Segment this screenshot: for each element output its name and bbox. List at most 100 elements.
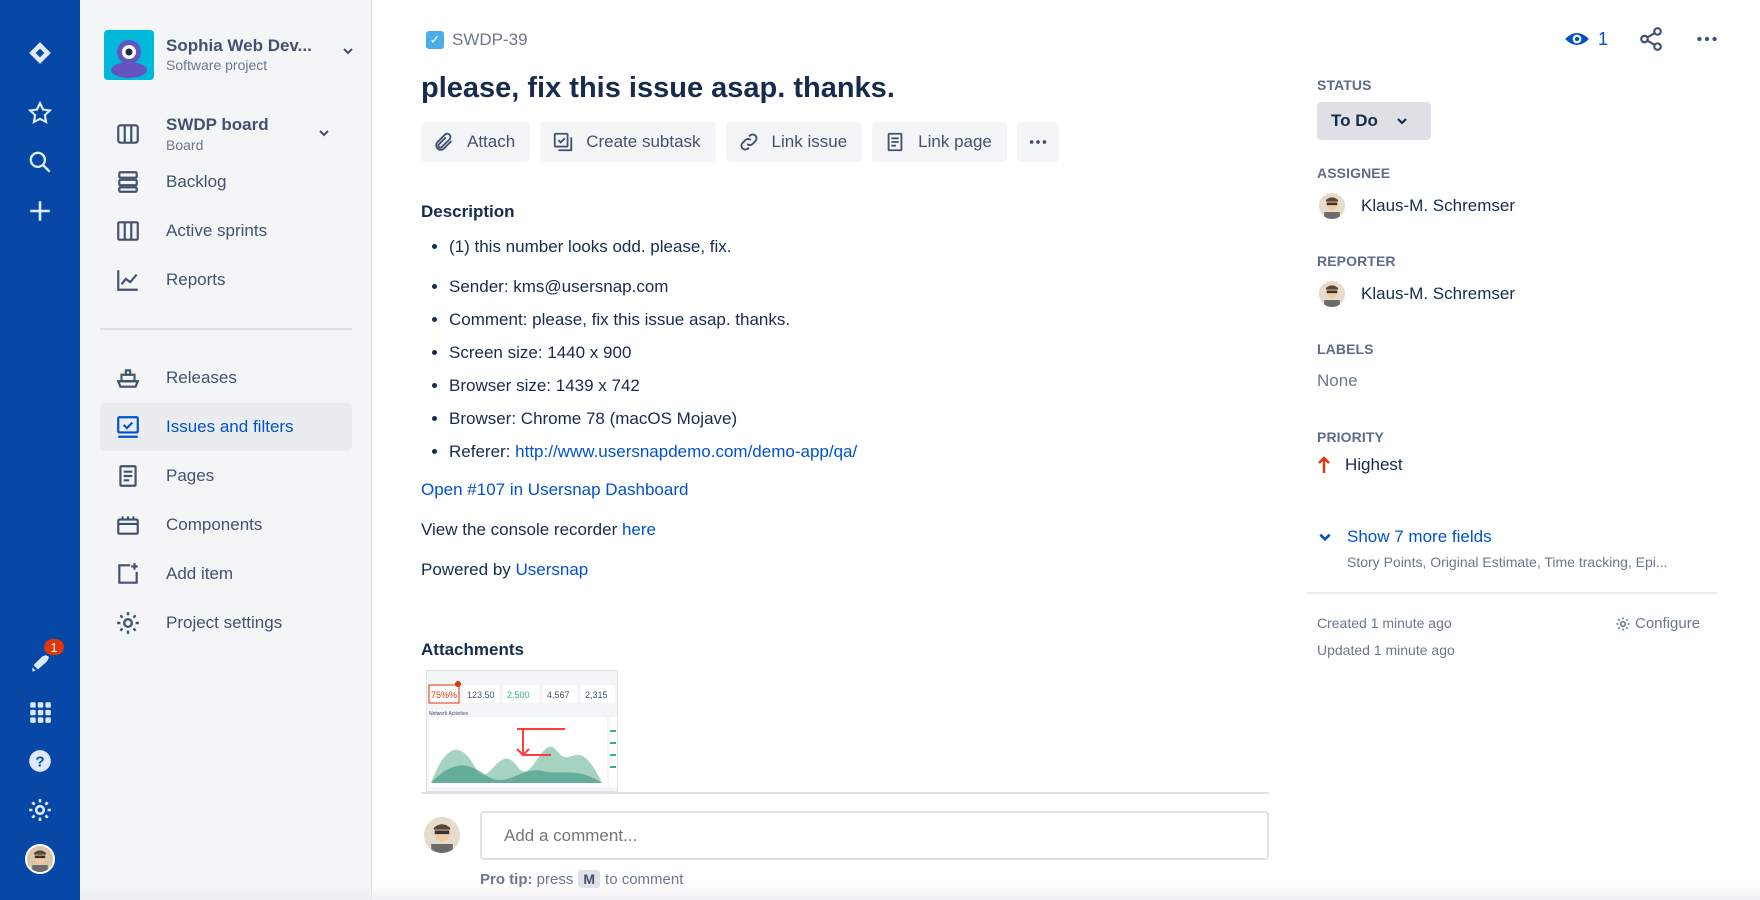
list-item: Browser: Chrome 78 (macOS Mojave) [449,402,1229,435]
assignee-value[interactable]: Klaus-M. Schremser [1317,191,1727,221]
console-here-link[interactable]: here [622,520,656,539]
status-value: To Do [1331,111,1378,130]
chevron-down-icon[interactable] [342,44,354,60]
sidebar-board-label: SWDP board [166,115,269,134]
task-type-icon: ✓ [426,31,444,49]
list-item: Browser size: 1439 x 742 [449,369,1229,402]
issue-title[interactable]: please, fix this issue asap. thanks. [421,72,895,105]
status-label: STATUS [1317,77,1372,93]
attach-label: Attach [467,132,516,151]
watch-button[interactable]: 1 [1564,26,1608,52]
configure-button[interactable]: Configure [1615,615,1700,632]
jira-logo-icon[interactable] [20,33,60,73]
create-subtask-button[interactable]: Create subtask [540,122,716,162]
share-icon[interactable] [1638,26,1664,52]
gear-icon [114,609,142,637]
sidebar-item-active-sprints[interactable]: Active sprints [100,207,352,255]
sidebar-item-pages[interactable]: Pages [100,452,352,500]
priority-value[interactable]: Highest [1317,455,1727,475]
paperclip-icon [435,132,452,151]
assignee-label: ASSIGNEE [1317,165,1391,181]
link-issue-button[interactable]: Link issue [725,122,863,162]
sidebar-item-project-settings[interactable]: Project settings [100,599,352,647]
sidebar-divider [100,328,352,330]
thumb-value: 123.50 [467,690,495,700]
attachments-divider [421,792,1269,794]
user-avatar[interactable] [20,839,60,879]
search-icon[interactable] [20,142,60,182]
sidebar-item-label: Releases [166,368,237,387]
sidebar-item-add-item[interactable]: Add item [100,550,352,598]
svg-text:?: ? [35,753,44,770]
apps-grid-icon[interactable] [20,692,60,732]
assignee-field: ASSIGNEE Klaus-M. Schremser [1317,165,1727,221]
attachment-preview-image: 75%% 123.50 2,500 4,567 2,315 Network Ac… [427,671,617,791]
attachment-thumbnail[interactable]: 75%% 123.50 2,500 4,567 2,315 Network Ac… [426,670,618,792]
status-dropdown[interactable]: To Do [1317,102,1431,140]
settings-icon[interactable] [20,790,60,830]
releases-icon [114,364,142,392]
link-page-button[interactable]: Link page [872,122,1007,162]
show-more-sub: Story Points, Original Estimate, Time tr… [1347,554,1668,570]
sidebar-item-issues-and-filters[interactable]: Issues and filters [100,403,352,451]
list-item: Referer: http://www.usersnapdemo.com/dem… [449,435,1229,468]
link-page-label: Link page [918,132,992,151]
comment-input[interactable] [480,811,1269,860]
show-more-fields[interactable]: Show 7 more fields Story Points, Origina… [1317,527,1727,570]
powered-by-line: Powered by Usersnap [421,560,588,580]
usersnap-dashboard-link[interactable]: Open #107 in Usersnap Dashboard [421,480,688,500]
description-list: (1) this number looks odd. please, fix. … [449,230,1229,468]
more-actions-button[interactable] [1016,122,1059,162]
priority-name: Highest [1345,455,1403,474]
plus-icon[interactable] [20,191,60,231]
sidebar-item-label: Reports [166,270,226,289]
watch-count: 1 [1597,28,1608,49]
project-header[interactable]: Sophia Web Dev... Software project [104,30,354,80]
sidebar-item-label: Issues and filters [166,417,294,436]
sidebar-item-board[interactable]: SWDP board Board [100,108,352,160]
star-icon[interactable] [20,93,60,133]
labels-value[interactable]: None [1317,371,1727,391]
issue-breadcrumb[interactable]: ✓ SWDP-39 [426,30,528,50]
configure-label: Configure [1635,615,1701,632]
project-avatar [104,30,154,80]
sidebar-item-reports[interactable]: Reports [100,256,352,304]
avatar [1317,279,1347,309]
list-item: Screen size: 1440 x 900 [449,336,1229,369]
reporter-field: REPORTER Klaus-M. Schremser [1317,253,1727,309]
created-timestamp: Created 1 minute ago [1317,615,1452,631]
status-field: STATUS To Do [1317,77,1727,140]
sidebar-board-sub: Board [166,137,204,153]
reporter-label: REPORTER [1317,253,1396,269]
thumb-value: 2,315 [585,690,608,700]
thumb-chart-title: Network Activities [429,711,469,717]
description-heading: Description [421,202,515,221]
reporter-value[interactable]: Klaus-M. Schremser [1317,279,1727,309]
reports-icon [114,266,142,294]
sprints-icon [114,217,142,245]
sidebar-item-components[interactable]: Components [100,501,352,549]
sidebar-item-backlog[interactable]: Backlog [100,158,352,206]
referer-link[interactable]: http://www.usersnapdemo.com/demo-app/qa/ [515,442,857,461]
create-subtask-label: Create subtask [586,132,701,151]
link-issue-label: Link issue [771,132,848,151]
chevron-down-icon[interactable] [318,126,330,142]
help-icon[interactable]: ? [20,741,60,781]
sidebar-item-label: Pages [166,466,215,485]
sidebar-item-releases[interactable]: Releases [100,354,352,402]
avatar [1317,191,1347,221]
page-icon [887,132,903,152]
usersnap-link[interactable]: Usersnap [516,560,589,579]
more-horizontal-icon[interactable] [1694,26,1720,52]
components-icon [114,511,142,539]
attach-button[interactable]: Attach [421,122,531,162]
chevron-down-icon [1397,118,1407,125]
arrow-up-icon [1318,456,1330,473]
add-item-icon [114,560,142,588]
thumb-value: 4,567 [547,690,570,700]
avatar [422,815,462,855]
powered-text: Powered by [421,560,516,579]
sidebar-item-label: Active sprints [166,221,268,240]
issue-actions: 1 [1564,26,1720,52]
more-horizontal-icon [1029,140,1047,144]
